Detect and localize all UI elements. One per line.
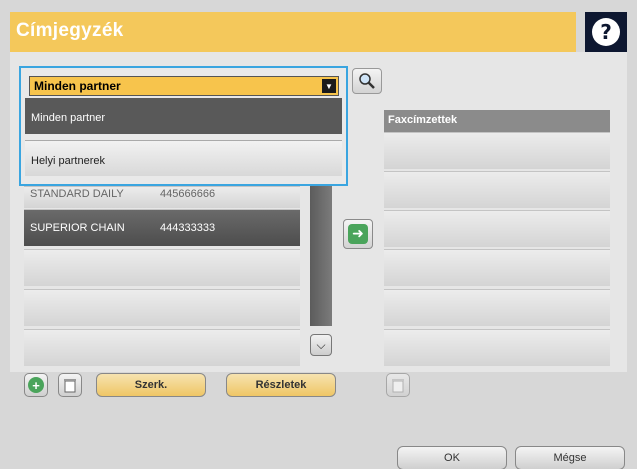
dropdown-selected-value: Minden partner — [34, 79, 121, 93]
fax-recipient-row[interactable] — [384, 329, 610, 366]
contact-row-empty[interactable] — [24, 329, 300, 366]
scrollbar-track[interactable] — [310, 176, 332, 326]
delete-contact-button[interactable] — [58, 373, 82, 397]
ok-button[interactable]: OK — [397, 446, 507, 469]
contact-row[interactable]: SUPERIOR CHAIN 444333333 — [24, 209, 300, 246]
contact-name: STANDARD DAILY — [30, 188, 124, 200]
contact-number: 445666666 — [160, 188, 216, 200]
contact-source-select[interactable]: Minden partner ▼ — [29, 76, 339, 96]
dropdown-arrow-icon: ▼ — [322, 79, 336, 93]
cancel-button[interactable]: Mégse — [515, 446, 625, 469]
chevron-down-icon: ⌵ — [316, 337, 326, 352]
details-button[interactable]: Részletek — [226, 373, 336, 397]
trash-icon — [392, 379, 404, 393]
contact-row-empty[interactable] — [24, 249, 300, 286]
search-button[interactable] — [352, 68, 382, 94]
trash-icon — [64, 379, 76, 393]
fax-recipient-row[interactable] — [384, 249, 610, 286]
edit-button[interactable]: Szerk. — [96, 373, 206, 397]
title-bar: Címjegyzék — [10, 12, 576, 52]
contact-row-empty[interactable] — [24, 289, 300, 326]
fax-recipient-row[interactable] — [384, 171, 610, 208]
page-title: Címjegyzék — [16, 20, 124, 41]
plus-icon: + — [28, 377, 44, 393]
fax-recipient-row[interactable] — [384, 289, 610, 326]
contact-row[interactable]: STANDARD DAILY 445666666 — [24, 186, 300, 208]
question-mark-icon: ? — [592, 18, 620, 46]
scroll-down-button[interactable]: ⌵ — [310, 334, 332, 356]
contact-number: 444333333 — [160, 222, 216, 234]
dropdown-option-all[interactable]: Minden partner — [25, 98, 342, 134]
dropdown-option-local[interactable]: Helyi partnerek — [25, 140, 342, 176]
fax-recipient-row[interactable] — [384, 132, 610, 169]
contact-source-dropdown: Minden partner ▼ Minden partner Helyi pa… — [19, 66, 348, 186]
arrow-right-icon: ➜ — [348, 224, 368, 244]
contact-name: SUPERIOR CHAIN — [30, 222, 125, 234]
add-recipient-button[interactable]: ➜ — [343, 219, 373, 249]
add-contact-button[interactable]: + — [24, 373, 48, 397]
help-button[interactable]: ? — [585, 12, 627, 52]
fax-recipient-row[interactable] — [384, 210, 610, 247]
control-panel-screen: Címjegyzék ? STANDARD DAILY 445666666 SU… — [0, 0, 637, 469]
delete-recipient-button[interactable] — [386, 373, 410, 397]
fax-recipients-header: Faxcímzettek — [384, 110, 610, 132]
search-icon — [359, 73, 375, 89]
